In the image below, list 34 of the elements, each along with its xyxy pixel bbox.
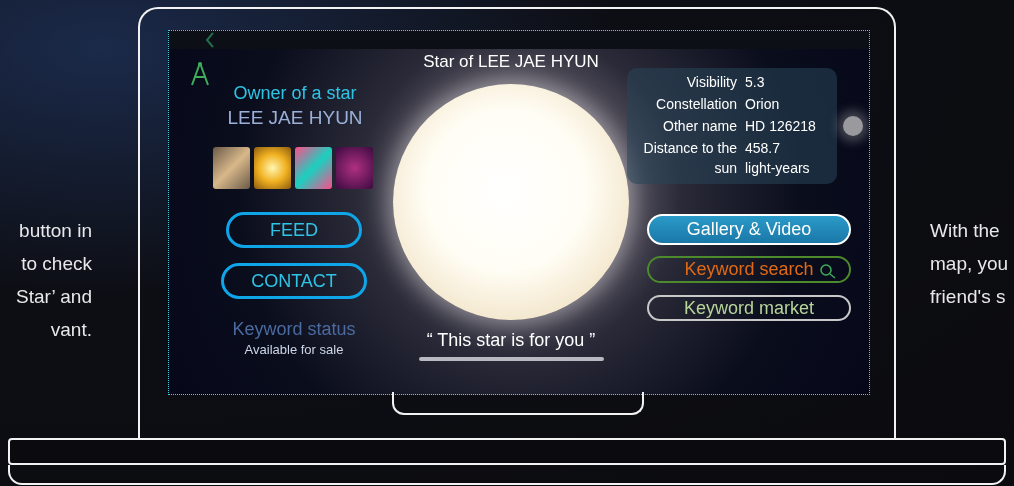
info-value: 5.3 bbox=[745, 73, 766, 92]
action-button[interactable]: Keyword market bbox=[647, 295, 851, 321]
owner-name: LEE JAE HYUN bbox=[226, 107, 363, 129]
card-thumbnail[interactable] bbox=[336, 147, 373, 189]
info-value: 458.7 light-years bbox=[745, 139, 811, 178]
keyword-status-label: Keyword status bbox=[232, 319, 356, 340]
nav-button[interactable]: FEED bbox=[226, 212, 362, 248]
compass-icon[interactable] bbox=[189, 61, 211, 87]
card-thumbnail[interactable] bbox=[213, 147, 250, 189]
description-text: vant. bbox=[50, 318, 92, 342]
description-text: friend's s bbox=[930, 285, 1007, 309]
search-icon bbox=[819, 264, 837, 280]
description-text: to check bbox=[21, 252, 92, 276]
keyword-status-value: Available for sale bbox=[244, 342, 344, 357]
glow-dot-icon bbox=[843, 116, 863, 136]
description-text: map, you bbox=[930, 252, 1009, 276]
description-text: With the bbox=[930, 219, 1001, 243]
back-chevron-icon[interactable] bbox=[205, 32, 215, 48]
action-button[interactable]: Keyword search bbox=[647, 256, 851, 283]
info-label: Constellation bbox=[655, 95, 737, 114]
info-value: Orion bbox=[745, 95, 781, 114]
nav-button[interactable]: CONTACT bbox=[221, 263, 367, 299]
info-label: Visibility bbox=[685, 73, 737, 92]
description-text: Star’ and bbox=[15, 285, 92, 309]
card-thumbnail[interactable] bbox=[295, 147, 332, 189]
card-thumbnail[interactable] bbox=[254, 147, 291, 189]
owner-label: Owner of a star bbox=[232, 83, 357, 104]
description-text: button in bbox=[19, 219, 92, 243]
info-value: HD 126218 bbox=[745, 117, 817, 136]
action-button[interactable]: Gallery & Video bbox=[647, 214, 851, 245]
quote-text: “ This star is for you ” bbox=[426, 330, 596, 351]
screen-title: Star of LEE JAE HYUN bbox=[423, 52, 599, 72]
info-label: Other name bbox=[662, 117, 737, 136]
info-label: Distance to the sun bbox=[642, 139, 737, 178]
